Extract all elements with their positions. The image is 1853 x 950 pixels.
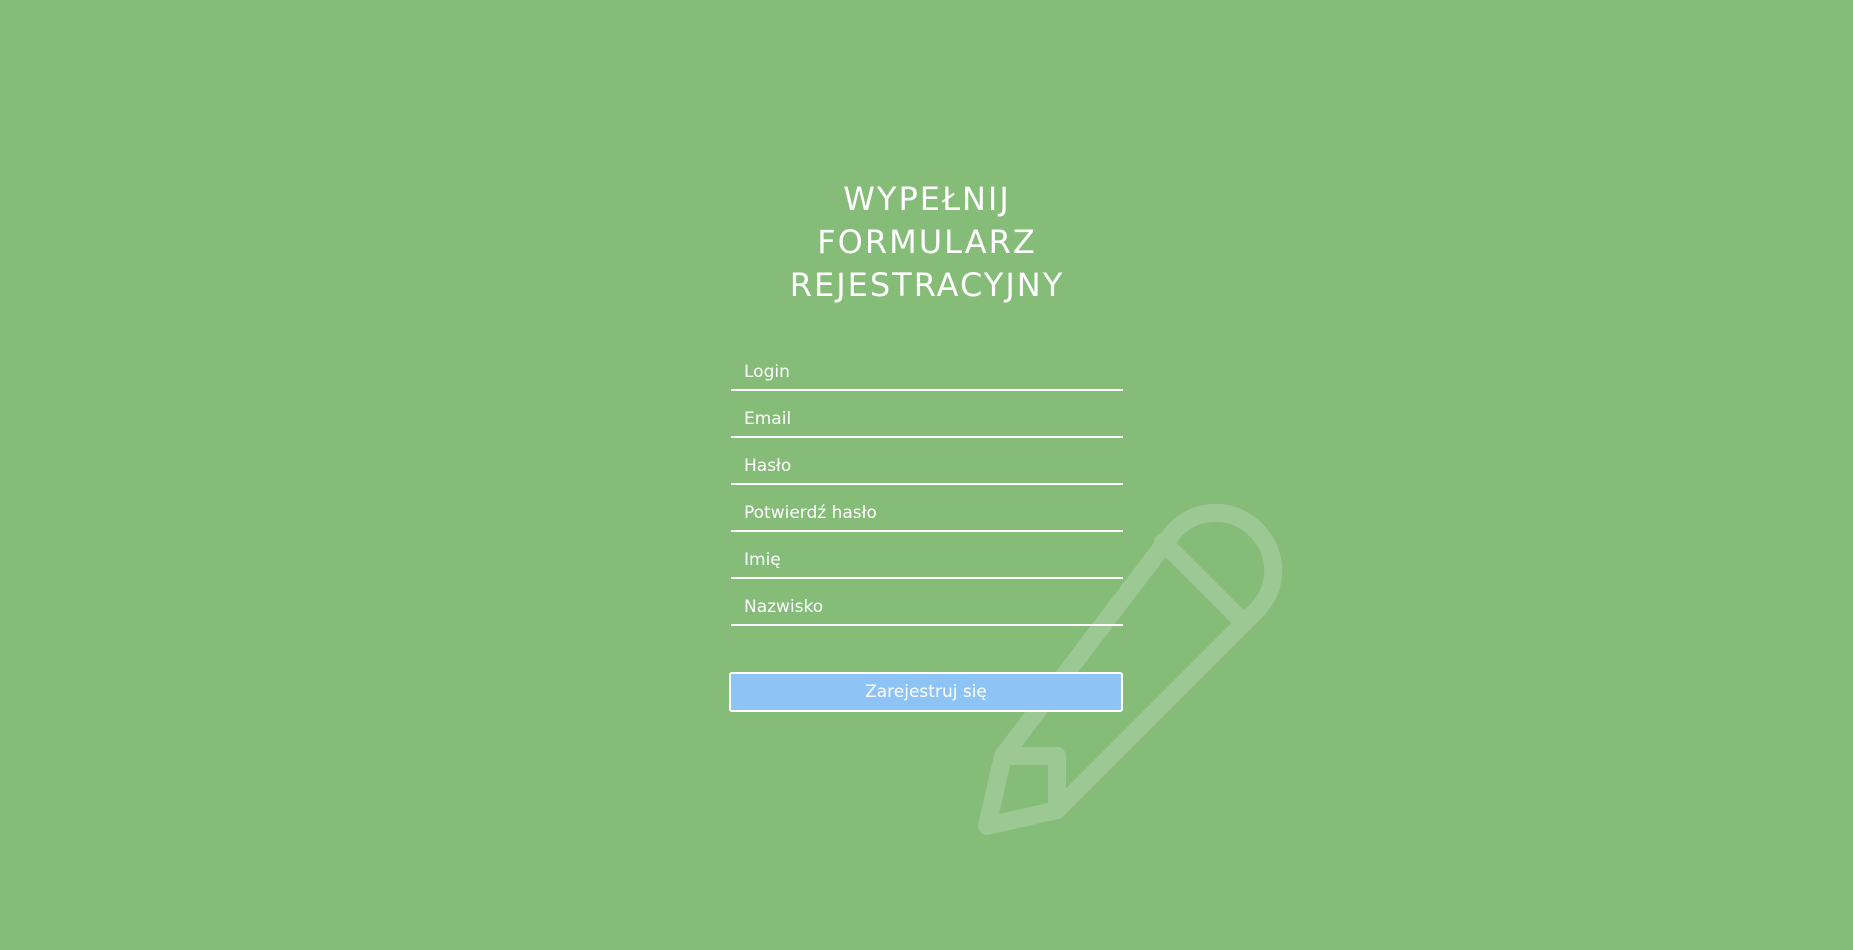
form-title-line-2: REJESTRACYJNY (789, 266, 1065, 304)
first-name-field[interactable] (731, 543, 1123, 579)
registration-form: WYPEŁNIJ FORMULARZ REJESTRACYJNY Zarejes… (729, 178, 1123, 712)
form-title-line-1: WYPEŁNIJ FORMULARZ (817, 180, 1037, 261)
form-fields (731, 355, 1123, 626)
last-name-field[interactable] (731, 590, 1123, 626)
register-button[interactable]: Zarejestruj się (729, 672, 1123, 712)
email-field[interactable] (731, 402, 1123, 438)
password-field[interactable] (731, 449, 1123, 485)
login-field[interactable] (731, 355, 1123, 391)
form-title: WYPEŁNIJ FORMULARZ REJESTRACYJNY (731, 178, 1123, 307)
confirm-password-field[interactable] (731, 496, 1123, 532)
